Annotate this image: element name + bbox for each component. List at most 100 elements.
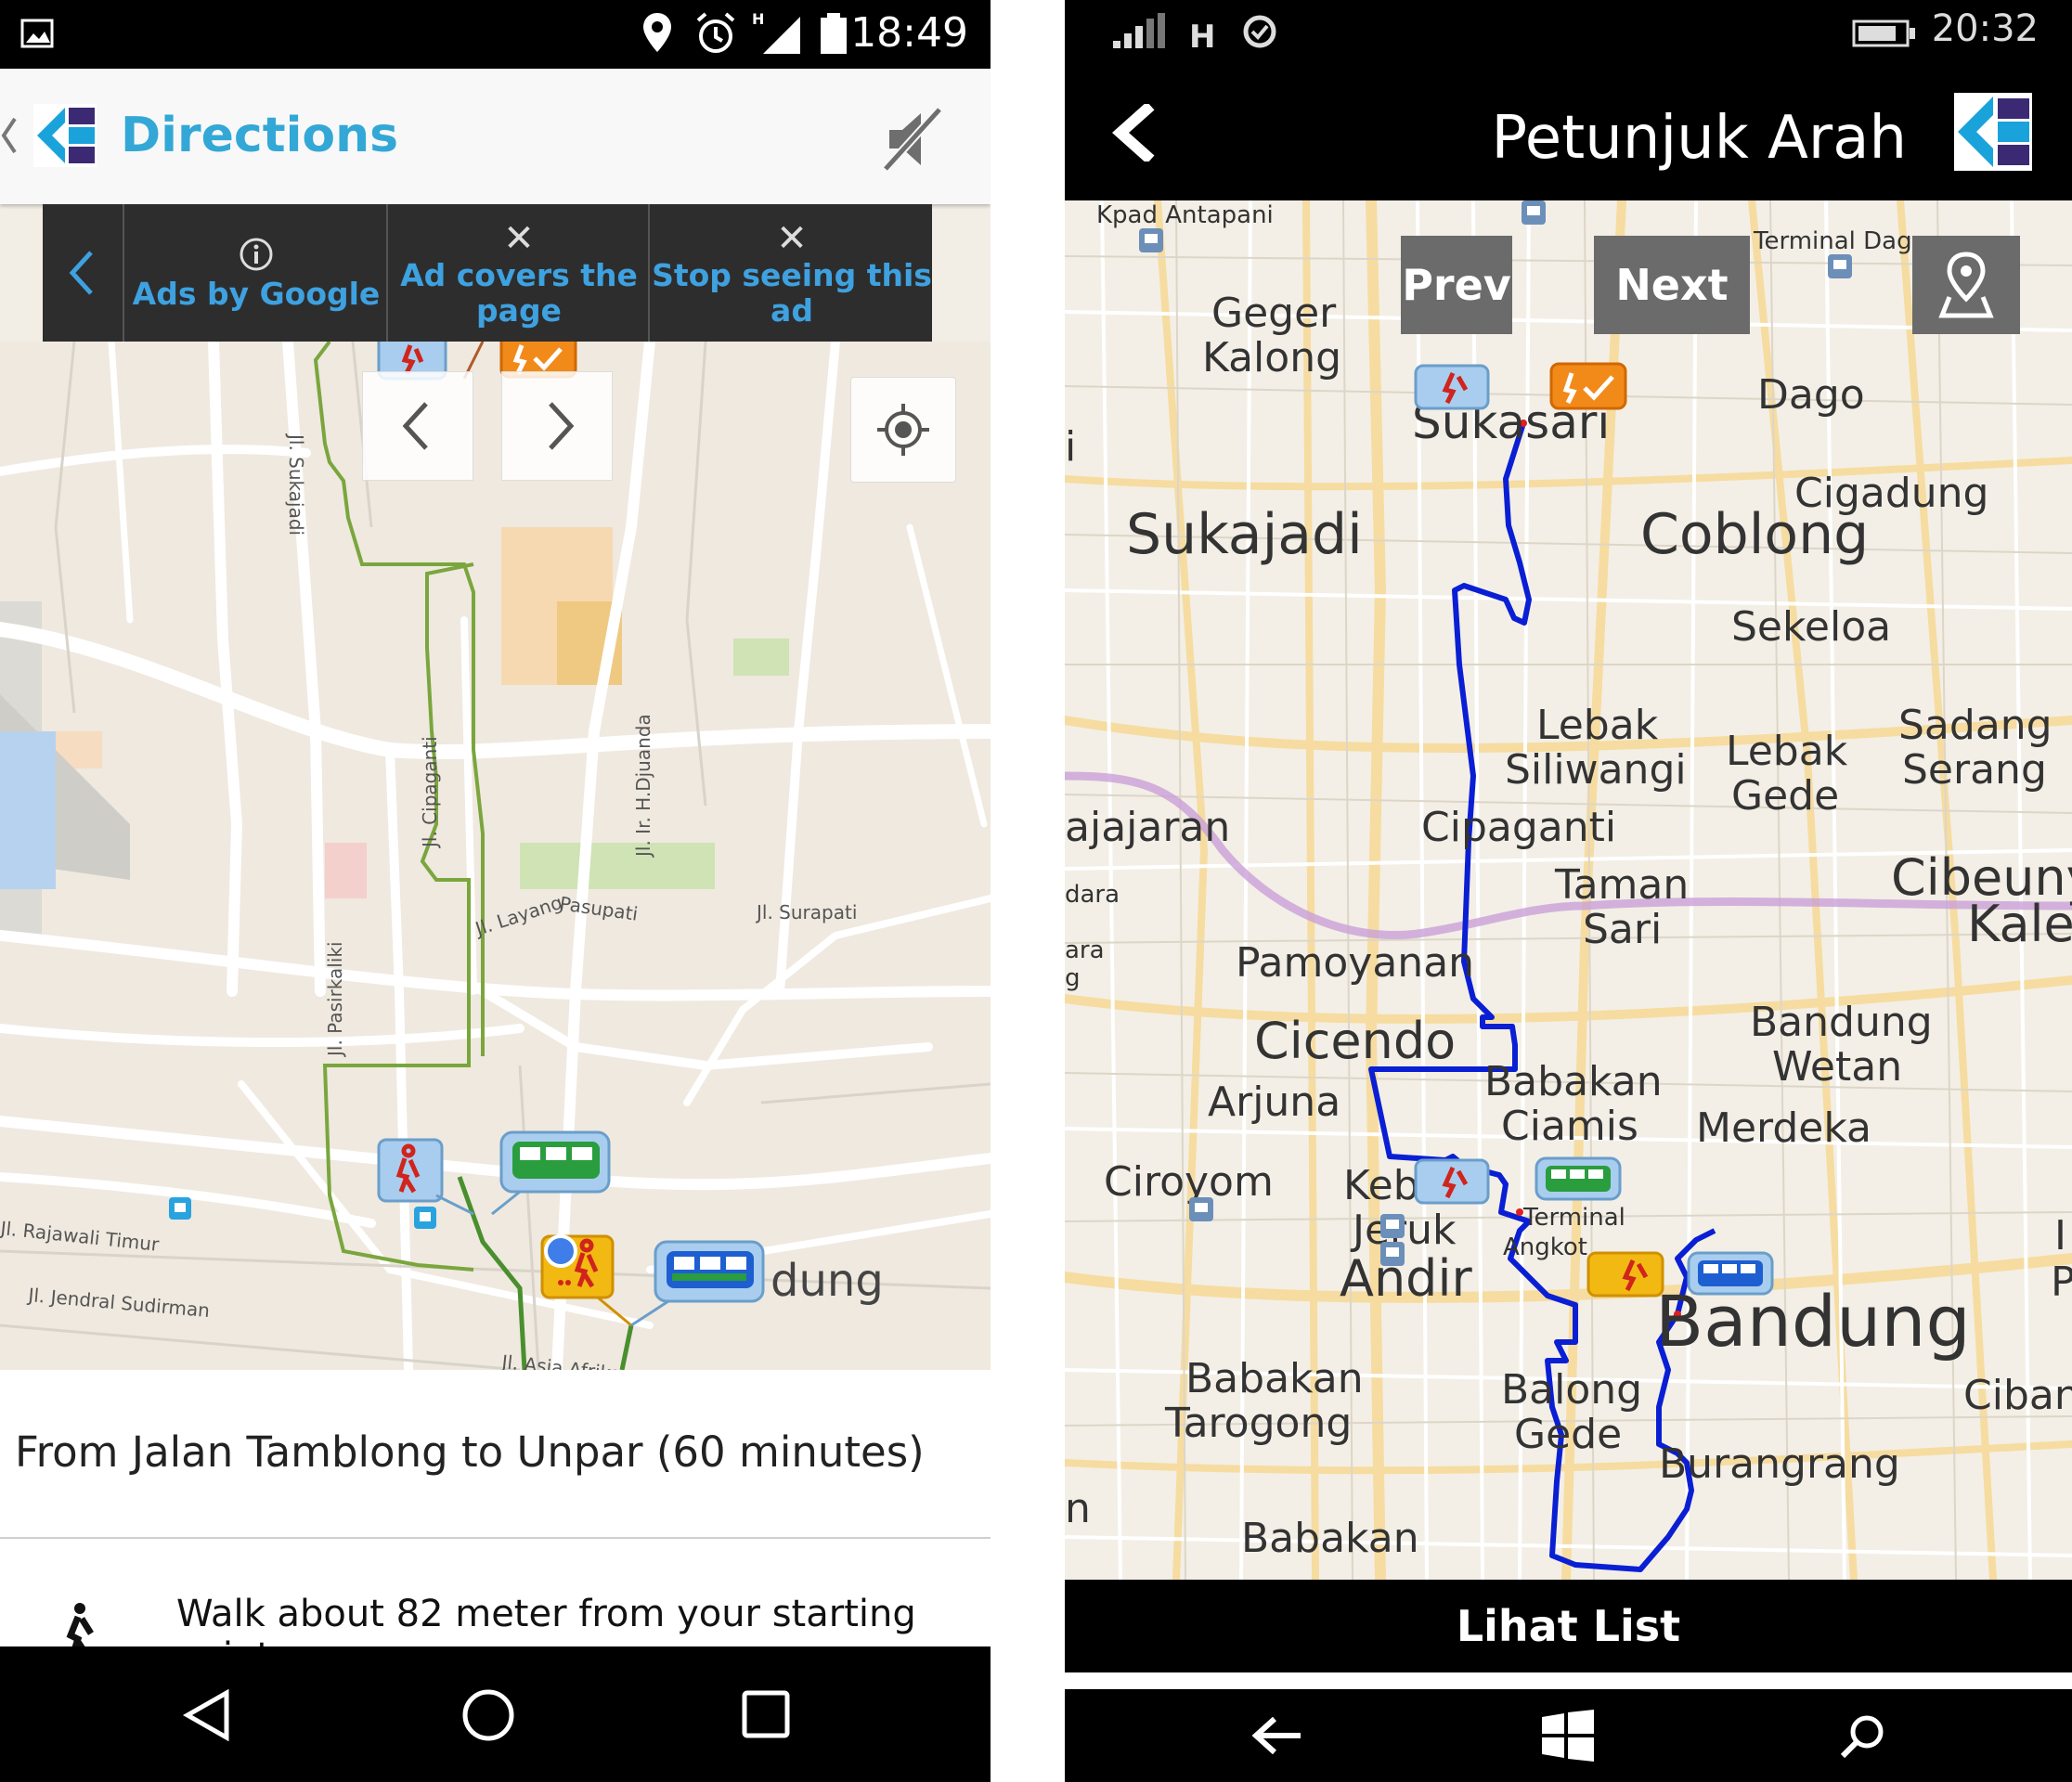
stop-seeing-ad-line1: Stop seeing this <box>652 257 932 293</box>
ad-bar: Ads by Google ✕ Ad covers the page ✕ Sto… <box>43 204 932 342</box>
map-label: Keb <box>1343 1162 1419 1209</box>
recents-square-icon[interactable] <box>741 1689 791 1739</box>
walk-start-marker[interactable] <box>1414 364 1490 410</box>
map-label: Lebak <box>1726 728 1848 775</box>
ad-back-button[interactable] <box>43 204 123 342</box>
map-label: Tarogong <box>1164 1400 1352 1447</box>
bus-stop-icon <box>1828 254 1852 278</box>
map-label: i <box>1065 423 1076 471</box>
walk-end-marker[interactable] <box>1586 1251 1664 1298</box>
walk-start-marker[interactable] <box>377 1138 474 1216</box>
road-label-surapati: Jl. Surapati <box>755 901 857 923</box>
prev-button[interactable]: Prev <box>1401 236 1512 334</box>
back-arrow-icon[interactable] <box>1250 1713 1304 1758</box>
info-icon <box>240 238 273 271</box>
windows-start-icon[interactable] <box>1540 1710 1596 1762</box>
gallery-notification-icon <box>20 19 54 48</box>
map-label: Sari <box>1583 906 1662 953</box>
signal-icon: H <box>752 11 800 54</box>
divider <box>0 1537 991 1539</box>
map-label: Ciamis <box>1501 1103 1638 1150</box>
alarm-icon <box>696 12 735 53</box>
map-label: Wetan <box>1772 1043 1902 1091</box>
map-canvas: Kpad Antapani Terminal Dag Geger Kalong … <box>1065 200 2072 1580</box>
map-label: Terminal <box>1522 1204 1625 1232</box>
chevron-left-icon <box>402 402 428 450</box>
chevron-left-icon <box>69 251 93 295</box>
map-label: Balong <box>1501 1366 1642 1414</box>
status-time: 18:49 <box>850 9 968 57</box>
road-label-djuanda: Jl. Ir. H.Djuanda <box>632 714 654 859</box>
bus-stop-icon <box>1189 1197 1213 1221</box>
page-title: Petunjuk Arah <box>1491 104 1907 173</box>
app-logo <box>33 104 97 167</box>
map-label: Burangrang <box>1659 1440 1900 1488</box>
status-bar: H 18:49 <box>0 0 991 69</box>
map-label: Taman <box>1554 861 1689 909</box>
chevron-left-icon[interactable] <box>0 115 19 156</box>
map-label: Lebak <box>1536 702 1659 749</box>
map-label: Dago <box>1757 371 1865 419</box>
bus-stop-icon <box>1380 1214 1405 1238</box>
bus-marker[interactable] <box>491 1130 611 1216</box>
next-button[interactable]: Next <box>1594 236 1750 334</box>
road-label-pasupati: Pasupati <box>558 892 639 925</box>
status-bar: H 20:32 <box>1065 0 2072 61</box>
bus-marker[interactable] <box>1535 1156 1622 1201</box>
next-step-button[interactable] <box>501 371 613 481</box>
map-label: Kpad Antapani <box>1096 201 1274 229</box>
map-label: Merdeka <box>1696 1104 1871 1152</box>
walk-marker[interactable] <box>1414 1158 1490 1205</box>
battery-icon <box>821 13 847 54</box>
map-label: Kalong <box>1202 334 1341 381</box>
map-label: Kale <box>1967 895 2072 953</box>
map-label: Cipaganti <box>1421 804 1616 851</box>
ad-covers-page-line2: page <box>476 292 562 329</box>
search-icon[interactable] <box>1837 1711 1887 1762</box>
close-icon: ✕ <box>776 217 808 260</box>
back-triangle-icon[interactable] <box>182 1689 232 1741</box>
my-location-button[interactable] <box>850 377 956 483</box>
bus-stop-icon <box>414 1207 436 1229</box>
destination-marker[interactable] <box>1549 362 1627 410</box>
arrow-left-icon[interactable] <box>1106 104 1161 161</box>
bus-stop-icon <box>1380 1242 1405 1266</box>
map-label: Ciroyom <box>1104 1158 1274 1206</box>
map-view[interactable]: Kpad Antapani Terminal Dag Geger Kalong … <box>1065 200 2072 1580</box>
map-label: I <box>2054 1212 2066 1259</box>
bus-stop-icon <box>1522 200 1546 225</box>
map-view[interactable]: Jl. Sukajadi Jl. Cipaganti Jl. Ir. H.Dju… <box>0 342 991 1370</box>
ads-by-google-button[interactable]: Ads by Google <box>123 204 388 342</box>
locate-button[interactable] <box>1912 236 2020 334</box>
crosshair-icon <box>877 404 929 456</box>
map-label: Ciban <box>1963 1372 2072 1419</box>
prev-step-button[interactable] <box>362 371 473 481</box>
map-label: Siliwangi <box>1505 746 1687 794</box>
map-label: Angkot <box>1503 1233 1587 1261</box>
city-label: dung <box>771 1255 884 1307</box>
map-label: Gede <box>1514 1411 1622 1458</box>
stop-seeing-ad-button[interactable]: ✕ Stop seeing this ad <box>648 204 934 342</box>
road-label-sudirman: Jl. Jendral Sudirman <box>26 1284 211 1322</box>
signal-icon <box>1113 13 1165 48</box>
page-header: Petunjuk Arah <box>1065 61 2072 200</box>
ad-covers-page-line1: Ad covers the <box>400 257 638 293</box>
app-logo <box>1954 93 2032 171</box>
map-label: dara <box>1065 881 1120 909</box>
status-time: 20:32 <box>1931 7 2039 50</box>
map-label: Cicendo <box>1254 1012 1456 1070</box>
home-circle-icon[interactable] <box>460 1687 516 1743</box>
bus-marker[interactable] <box>1687 1251 1774 1296</box>
road-label-pasirkaliki: Jl. Pasirkaliki <box>324 941 346 1058</box>
windows-phone: H 20:32 Petunjuk Arah Kpad Antapani Term… <box>1065 0 2072 1782</box>
ads-by-google-label: Ads by Google <box>132 276 381 312</box>
view-list-button[interactable]: Lihat List <box>1065 1580 2072 1672</box>
map-pin-icon <box>1938 252 1994 318</box>
map-label: Sadang <box>1898 702 2053 749</box>
map-canvas: Jl. Sukajadi Jl. Cipaganti Jl. Ir. H.Dju… <box>0 342 991 1370</box>
road-label-sukajadi: Jl. Sukajadi <box>285 433 307 536</box>
speaker-muted-icon[interactable] <box>880 106 945 173</box>
ad-covers-page-button[interactable]: ✕ Ad covers the page <box>386 204 650 342</box>
bus-marker[interactable] <box>630 1240 765 1327</box>
map-label: Sukajadi <box>1126 502 1363 567</box>
